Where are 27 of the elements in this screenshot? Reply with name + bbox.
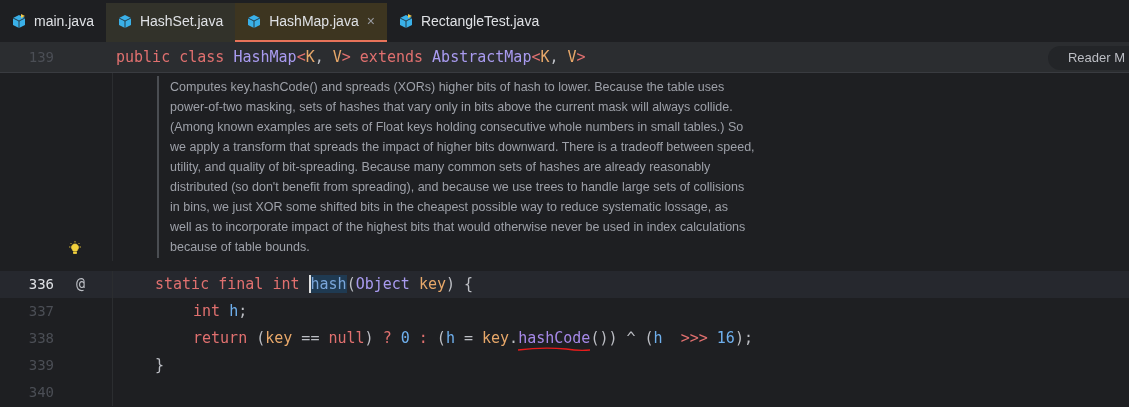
doc-comment-line: because of table bounds. xyxy=(170,239,311,256)
doc-comment-line: power-of-two masking, sets of hashes that vary only in bits above the current mask will always collide. xyxy=(170,99,734,116)
lightbulb-icon[interactable] xyxy=(68,241,82,255)
cube-icon xyxy=(117,14,132,29)
file-tab[interactable]: main.java xyxy=(0,3,106,42)
doc-comment-line: distributed (so don't benefit from spreading), and because we use trees to handle large sets of collisions xyxy=(170,179,746,196)
file-tab[interactable]: RectangleTest.java xyxy=(386,3,552,42)
doc-comment-line: (Among known examples are sets of Float keys holding consecutive whole numbers in small tables.) So xyxy=(170,119,745,136)
doc-comment-line: Computes key.hashCode() and spreads (XORs) higher bits of hash to lower. Because the table uses xyxy=(170,79,726,96)
file-tab[interactable]: HashMap.java × xyxy=(235,3,387,42)
line-number: 336 xyxy=(27,275,54,294)
cube-icon xyxy=(398,14,413,29)
code-line: public class HashMap<K, V> extends AbstractMap<K, V> xyxy=(116,47,586,69)
code-line: int h; xyxy=(193,301,248,323)
close-icon[interactable]: × xyxy=(366,11,375,32)
code-line: return (key == null) ? 0 : (h = key.hashCode()) ^ (h >>> 16); xyxy=(193,327,753,350)
reader-mode-button[interactable]: Reader M xyxy=(1047,45,1129,70)
cube-icon xyxy=(12,14,26,29)
override-marker[interactable]: @ xyxy=(76,273,86,296)
code-line: } xyxy=(155,355,165,377)
code-line: static final int hash(Object key) { xyxy=(155,274,474,296)
cube-icon xyxy=(247,14,262,29)
file-tab[interactable]: HashSet.java xyxy=(105,3,236,42)
doc-comment-line: well as to incorporate impact of the highest bits that would otherwise never be used in index calculations xyxy=(170,219,747,236)
doc-comment-line: in bins, we just XOR some shifted bits in the cheapest possible way to reduce systematic lossage, as xyxy=(170,199,729,216)
doc-comment-line: utility, and quality of bit-spreading. Because many common sets of hashes are already reasonably xyxy=(170,159,712,176)
doc-comment-line: we apply a transform that spreads the impact of higher bits downward. There is a tradeoff between speed, xyxy=(170,139,755,156)
